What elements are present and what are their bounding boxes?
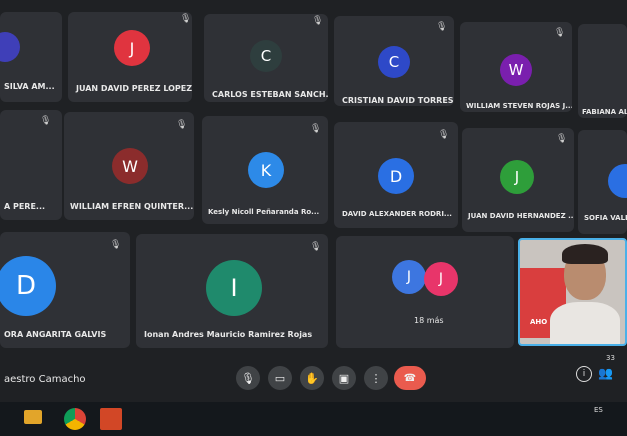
mic-off-icon: 🎙 (556, 134, 568, 144)
participant-avatar: D (0, 256, 56, 316)
participant-tile[interactable]: W WILLIAM EFREN QUINTER... 🎙 (64, 112, 194, 220)
camera-button[interactable]: ▭ (268, 366, 292, 390)
microphone-button[interactable]: 🎙 (236, 366, 260, 390)
mic-off-icon: 🎙 (180, 14, 192, 24)
mic-off-icon: 🎙 (554, 28, 566, 38)
more-vert-icon: ⋮ (370, 371, 382, 385)
participant-name: CARLOS ESTEBAN SANCH... (212, 90, 328, 99)
language-indicator[interactable]: ES (594, 406, 603, 414)
mic-off-icon: 🎙 (176, 120, 188, 130)
chrome-icon[interactable] (64, 408, 86, 430)
participant-tile[interactable]: W WILLIAM STEVEN ROJAS J... 🎙 (460, 22, 572, 112)
participant-name: FABIANA ALEX (582, 108, 627, 116)
participant-avatar: J (424, 262, 458, 296)
mic-off-icon: 🎙 (40, 116, 52, 126)
more-options-button[interactable]: ⋮ (364, 366, 388, 390)
self-video-tile[interactable]: AHO (518, 238, 627, 346)
participant-tile[interactable]: C CRISTIAN DAVID TORRES ... 🎙 (334, 16, 454, 106)
participant-name: WILLIAM STEVEN ROJAS J... (466, 102, 572, 110)
hang-up-icon: ☎ (403, 372, 417, 384)
participant-tile[interactable]: D ORA ANGARITA GALVIS 🎙 (0, 232, 130, 348)
mic-off-icon: 🎙 (312, 16, 324, 26)
participant-name: SOFIA VALEN (584, 214, 627, 222)
participant-avatar: W (112, 148, 148, 184)
leave-call-button[interactable]: ☎ (394, 366, 426, 390)
participant-avatar: C (378, 46, 410, 78)
mic-off-icon: 🎙 (436, 22, 448, 32)
people-icon[interactable]: 👥 (598, 366, 613, 380)
participant-name: Ionan Andres Mauricio Ramirez Rojas (144, 330, 313, 339)
participant-avatar: K (248, 152, 284, 188)
participant-tile[interactable]: J JUAN DAVID PEREZ LOPEZ 🎙 (68, 12, 192, 102)
participant-name: JUAN DAVID HERNANDEZ ... (468, 212, 574, 220)
more-count-label: 18 más (414, 316, 444, 325)
participant-avatar: D (378, 158, 414, 194)
mic-off-icon: 🎙 (438, 130, 450, 140)
self-video-shirt (550, 302, 620, 344)
participant-name: WILLIAM EFREN QUINTER... (70, 202, 194, 211)
participant-avatar (608, 164, 627, 198)
file-explorer-icon[interactable] (24, 410, 42, 424)
participant-name: ORA ANGARITA GALVIS (4, 330, 107, 339)
participant-avatar: J (114, 30, 150, 66)
participant-avatar (0, 32, 20, 62)
participant-name: SILVA AM... (4, 82, 55, 91)
participant-tile[interactable]: FABIANA ALEX (578, 24, 627, 118)
participant-tile[interactable]: SILVA AM... (0, 12, 62, 102)
self-video-hair (562, 244, 608, 264)
windows-taskbar: ES (0, 402, 627, 436)
participant-tile[interactable]: C CARLOS ESTEBAN SANCH... 🎙 (204, 14, 328, 102)
participant-avatar: J (392, 260, 426, 294)
mic-off-icon: 🎙 (110, 240, 122, 250)
participant-tile[interactable]: A PERE... 🎙 (0, 110, 62, 220)
participant-tile[interactable]: SOFIA VALEN (578, 130, 627, 234)
participant-name: JUAN DAVID PEREZ LOPEZ (76, 84, 192, 93)
meeting-name: aestro Camacho (4, 374, 86, 385)
participant-avatar: W (500, 54, 532, 86)
participant-tile[interactable]: I Ionan Andres Mauricio Ramirez Rojas 🎙 (136, 234, 328, 348)
meet-screen: SILVA AM... J JUAN DAVID PEREZ LOPEZ 🎙 C… (0, 0, 627, 436)
participant-name: CRISTIAN DAVID TORRES ... (342, 96, 454, 105)
hand-icon: ✋ (305, 371, 319, 385)
participant-tile[interactable]: D DAVID ALEXANDER RODRI... 🎙 (334, 122, 458, 228)
participant-name: A PERE... (4, 202, 46, 211)
participant-tile[interactable]: J JUAN DAVID HERNANDEZ ... 🎙 (462, 128, 574, 232)
self-banner-text: AHO (530, 318, 548, 326)
mic-off-icon: 🎙 (310, 124, 322, 134)
info-icon[interactable]: i (576, 366, 592, 382)
microphone-icon: 🎙 (241, 371, 255, 385)
participant-name: Kesly Nicoll Peñaranda Ro... (208, 208, 320, 216)
present-icon: ▣ (338, 371, 350, 385)
participant-name: DAVID ALEXANDER RODRI... (342, 210, 452, 218)
more-participants-tile[interactable]: J J 18 más (336, 236, 514, 348)
mic-off-icon: 🎙 (310, 242, 322, 252)
participant-avatar: J (500, 160, 534, 194)
participant-tile[interactable]: K Kesly Nicoll Peñaranda Ro... 🎙 (202, 116, 328, 224)
powerpoint-icon[interactable] (100, 408, 122, 430)
participant-avatar: I (206, 260, 262, 316)
present-button[interactable]: ▣ (332, 366, 356, 390)
participant-count: 33 (606, 354, 615, 362)
participant-avatar: C (250, 40, 282, 72)
raise-hand-button[interactable]: ✋ (300, 366, 324, 390)
camera-icon: ▭ (274, 371, 286, 385)
